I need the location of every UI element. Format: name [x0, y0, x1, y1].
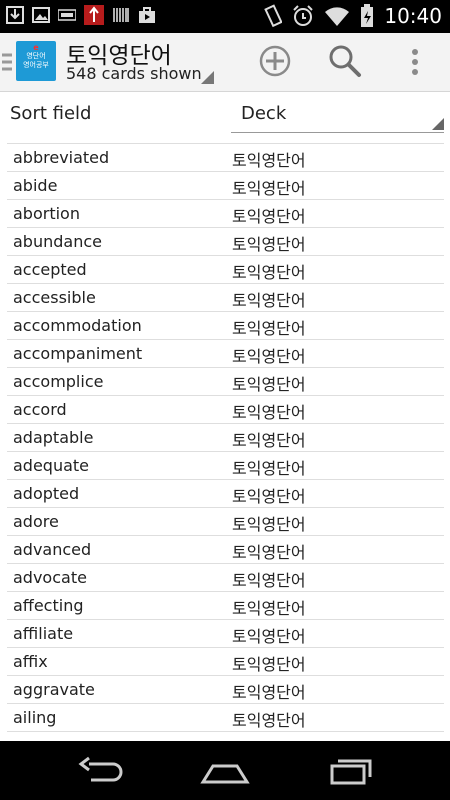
rss-icon [84, 5, 104, 25]
card-deck: 토익영단어 [232, 599, 306, 618]
download-icon [6, 6, 24, 24]
barcode-icon [113, 8, 129, 22]
overflow-menu-icon[interactable] [406, 47, 424, 77]
card-row[interactable]: accompaniment 토익영단어 [7, 340, 444, 368]
cards-shown-count[interactable]: 548 cards shown [66, 64, 202, 83]
card-deck: 토익영단어 [232, 655, 306, 674]
card-deck: 토익영단어 [232, 151, 306, 170]
card-deck: 토익영단어 [232, 487, 306, 506]
card-deck: 토익영단어 [232, 431, 306, 450]
card-row[interactable]: adore 토익영단어 [7, 508, 444, 536]
card-sort-field: adaptable [13, 428, 94, 447]
card-sort-field: affecting [13, 596, 84, 615]
card-row[interactable]: adaptable 토익영단어 [7, 424, 444, 452]
card-row[interactable]: abbreviated 토익영단어 [7, 143, 444, 172]
card-row[interactable]: abide 토익영단어 [7, 172, 444, 200]
card-sort-field: accessible [13, 288, 96, 307]
spinner-arrow-icon [432, 118, 444, 130]
card-deck: 토익영단어 [232, 459, 306, 478]
card-row[interactable]: aggravate 토익영단어 [7, 676, 444, 704]
logo-text-top: e [33, 43, 39, 52]
notification-icons [6, 5, 156, 25]
vibrate-icon [264, 4, 283, 28]
card-deck: 토익영단어 [232, 515, 306, 534]
back-icon[interactable] [77, 756, 127, 786]
card-deck: 토익영단어 [232, 375, 306, 394]
subtitle-dropdown-indicator[interactable] [201, 71, 214, 84]
home-icon[interactable] [200, 756, 250, 786]
app-logo[interactable]: e 영단어 영어공부 [16, 41, 56, 81]
clock: 10:40 [384, 4, 442, 28]
card-sort-field: aggravate [13, 680, 95, 699]
card-deck: 토익영단어 [232, 291, 306, 310]
status-bar: 10:40 [0, 0, 450, 33]
card-sort-field: abundance [13, 232, 102, 251]
card-deck: 토익영단어 [232, 207, 306, 226]
add-icon[interactable] [258, 44, 292, 78]
battery-icon [361, 4, 374, 27]
drawer-menu-icon[interactable] [2, 48, 12, 76]
card-sort-field: accomplice [13, 372, 104, 391]
card-row[interactable]: affiliate 토익영단어 [7, 620, 444, 648]
card-sort-field: affiliate [13, 624, 74, 643]
navigation-bar [0, 741, 450, 800]
card-sort-field: adore [13, 512, 59, 531]
card-row[interactable]: accessible 토익영단어 [7, 284, 444, 312]
card-browser: Sort field Deck abbreviated 토익영단어 abide 토익영… [0, 92, 450, 741]
logo-line1: 영단어 [26, 52, 46, 60]
deck-header-label: Deck [241, 103, 287, 124]
card-deck: 토익영단어 [232, 571, 306, 590]
card-deck: 토익영단어 [232, 683, 306, 702]
wifi-icon [325, 7, 350, 26]
card-sort-field: accommodation [13, 316, 142, 335]
card-sort-field: advocate [13, 568, 87, 587]
card-deck: 토익영단어 [232, 543, 306, 562]
card-list[interactable]: abbreviated 토익영단어 abide 토익영단어 abortion 토익영단어 a… [7, 143, 444, 732]
card-row[interactable]: abortion 토익영단어 [7, 200, 444, 228]
card-sort-field: abide [13, 176, 58, 195]
card-sort-field: abbreviated [13, 148, 110, 167]
card-sort-field: accepted [13, 260, 87, 279]
system-icons: 10:40 [264, 4, 442, 28]
column-header-row: Sort field Deck [0, 92, 450, 140]
card-deck: 토익영단어 [232, 235, 306, 254]
alarm-icon [293, 5, 314, 26]
card-sort-field: ailing [13, 708, 57, 727]
card-sort-field: adopted [13, 484, 80, 503]
keyboard-icon [58, 9, 76, 21]
store-icon [139, 7, 155, 23]
action-bar: e 영단어 영어공부 토익영단어 548 cards shown [0, 33, 450, 92]
card-row[interactable]: affecting 토익영단어 [7, 592, 444, 620]
logo-line2: 영어공부 [23, 61, 49, 69]
sort-field-header[interactable]: Sort field [10, 103, 91, 124]
card-row[interactable]: ailing 토익영단어 [7, 704, 444, 732]
card-row[interactable]: affix 토익영단어 [7, 648, 444, 676]
card-row[interactable]: adequate 토익영단어 [7, 452, 444, 480]
card-sort-field: accompaniment [13, 344, 143, 363]
card-row[interactable]: advanced 토익영단어 [7, 536, 444, 564]
card-deck: 토익영단어 [232, 179, 306, 198]
card-deck: 토익영단어 [232, 319, 306, 338]
card-row[interactable]: adopted 토익영단어 [7, 480, 444, 508]
card-deck: 토익영단어 [232, 711, 306, 730]
card-deck: 토익영단어 [232, 347, 306, 366]
recents-icon[interactable] [328, 756, 378, 786]
card-sort-field: advanced [13, 540, 92, 559]
card-row[interactable]: advocate 토익영단어 [7, 564, 444, 592]
card-deck: 토익영단어 [232, 627, 306, 646]
card-deck: 토익영단어 [232, 403, 306, 422]
search-icon[interactable] [328, 44, 362, 78]
deck-column-spinner[interactable]: Deck [231, 100, 444, 133]
card-sort-field: affix [13, 652, 48, 671]
card-row[interactable]: accepted 토익영단어 [7, 256, 444, 284]
card-row[interactable]: accord 토익영단어 [7, 396, 444, 424]
image-icon [32, 7, 50, 23]
card-sort-field: accord [13, 400, 67, 419]
card-deck: 토익영단어 [232, 263, 306, 282]
card-row[interactable]: abundance 토익영단어 [7, 228, 444, 256]
card-sort-field: adequate [13, 456, 90, 475]
card-row[interactable]: accommodation 토익영단어 [7, 312, 444, 340]
card-sort-field: abortion [13, 204, 80, 223]
card-row[interactable]: accomplice 토익영단어 [7, 368, 444, 396]
